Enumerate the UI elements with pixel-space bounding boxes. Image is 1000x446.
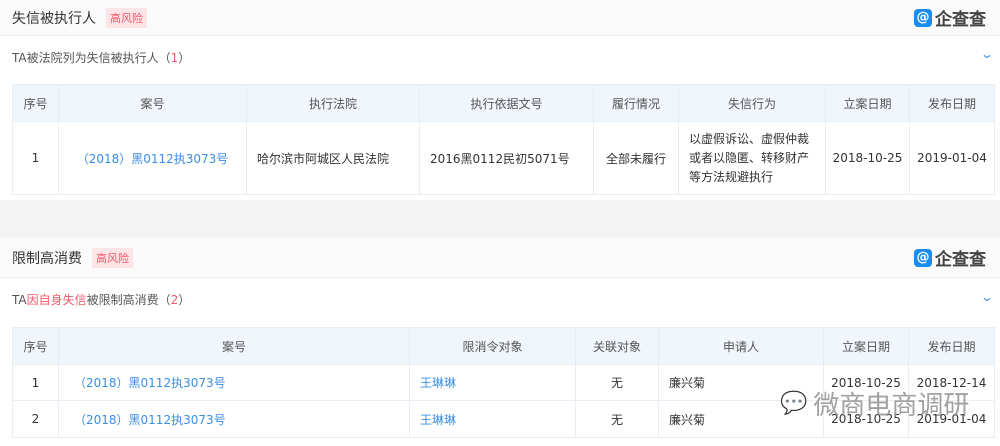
table-header-row: 序号 案号 执行法院 执行依据文号 履行情况 失信行为 立案日期 发布日期 <box>12 84 995 122</box>
chevron-down-icon[interactable]: ⌄ <box>980 47 994 61</box>
section-header: 失信被执行人 高风险 @ 企查查 <box>0 0 1000 36</box>
subtitle-text: TA <box>12 293 27 307</box>
watermark: 💬 微商电商调研 <box>780 385 969 422</box>
section-subtitle: TA被法院列为失信被执行人（1） <box>12 49 190 66</box>
dishonest-table: 序号 案号 执行法院 执行依据文号 履行情况 失信行为 立案日期 发布日期 1 … <box>12 84 995 195</box>
col-header: 申请人 <box>658 327 824 365</box>
watermark-text: 微商电商调研 <box>813 391 970 421</box>
section-title: 失信被执行人 <box>12 10 96 27</box>
logo-text: 企查查 <box>935 250 986 270</box>
section-subtitle: TA因自身失信被限制高消费（2） <box>12 291 190 308</box>
qichacha-logo: @ 企查查 <box>914 5 986 30</box>
table-header-row: 序号 案号 限消令对象 关联对象 申请人 立案日期 发布日期 <box>12 327 995 365</box>
case-number-link[interactable]: （2018）黑0112执3073号 <box>58 121 247 195</box>
filed-date: 2018-10-25 <box>825 121 910 195</box>
section-header: 限制高消费 高风险 @ 企查查 <box>0 238 1000 278</box>
logo-text: 企查查 <box>935 10 986 30</box>
risk-badge: 高风险 <box>92 247 133 268</box>
col-header: 案号 <box>58 84 247 122</box>
related: 无 <box>575 364 659 401</box>
publish-date: 2019-01-04 <box>909 121 995 195</box>
logo-icon: @ <box>914 248 932 267</box>
case-number-link[interactable]: （2018）黑0112执3073号 <box>58 364 410 401</box>
col-header: 履行情况 <box>593 84 679 122</box>
dishonest-executee-section: 失信被执行人 高风险 @ 企查查 TA被法院列为失信被执行人（1） ⌄ 序号 案号… <box>0 0 1000 200</box>
col-header: 关联对象 <box>575 327 659 365</box>
col-header: 案号 <box>58 327 410 365</box>
related: 无 <box>575 400 659 438</box>
col-header: 失信行为 <box>678 84 826 122</box>
qichacha-logo: @ 企查查 <box>914 245 986 270</box>
col-header: 立案日期 <box>823 327 909 365</box>
status: 全部未履行 <box>593 121 679 195</box>
col-header: 序号 <box>12 84 59 122</box>
table-row: 1 （2018）黑0112执3073号 哈尔滨市阿城区人民法院 2016黑011… <box>12 121 995 195</box>
row-no: 1 <box>12 121 59 195</box>
behavior: 以虚假诉讼、虚假仲裁或者以隐匿、转移财产等方法规避执行 <box>678 121 826 195</box>
col-header: 执行依据文号 <box>419 84 594 122</box>
target-link[interactable]: 王琳琳 <box>409 364 576 401</box>
col-header: 发布日期 <box>909 84 995 122</box>
wechat-icon: 💬 <box>780 391 808 416</box>
subtitle-suffix: ） <box>178 293 191 307</box>
subtitle-text: 被限制高消费（ <box>86 293 171 307</box>
case-number-link[interactable]: （2018）黑0112执3073号 <box>58 400 410 438</box>
target-link[interactable]: 王琳琳 <box>409 400 576 438</box>
col-header: 限消令对象 <box>409 327 576 365</box>
section-title: 限制高消费 <box>12 250 82 267</box>
col-header: 发布日期 <box>908 327 995 365</box>
row-no: 1 <box>12 364 59 401</box>
court: 哈尔滨市阿城区人民法院 <box>246 121 420 195</box>
logo-icon: @ <box>914 8 932 27</box>
subtitle-text: TA被法院列为失信被执行人（ <box>12 51 171 65</box>
col-header: 立案日期 <box>825 84 910 122</box>
basis-doc: 2016黑0112民初5071号 <box>419 121 594 195</box>
subtitle-highlight: 因自身失信 <box>26 293 87 307</box>
row-no: 2 <box>12 400 59 438</box>
col-header: 序号 <box>12 327 59 365</box>
risk-badge: 高风险 <box>106 7 147 28</box>
chevron-down-icon[interactable]: ⌄ <box>980 290 994 304</box>
col-header: 执行法院 <box>246 84 420 122</box>
subtitle-suffix: ） <box>178 51 191 65</box>
